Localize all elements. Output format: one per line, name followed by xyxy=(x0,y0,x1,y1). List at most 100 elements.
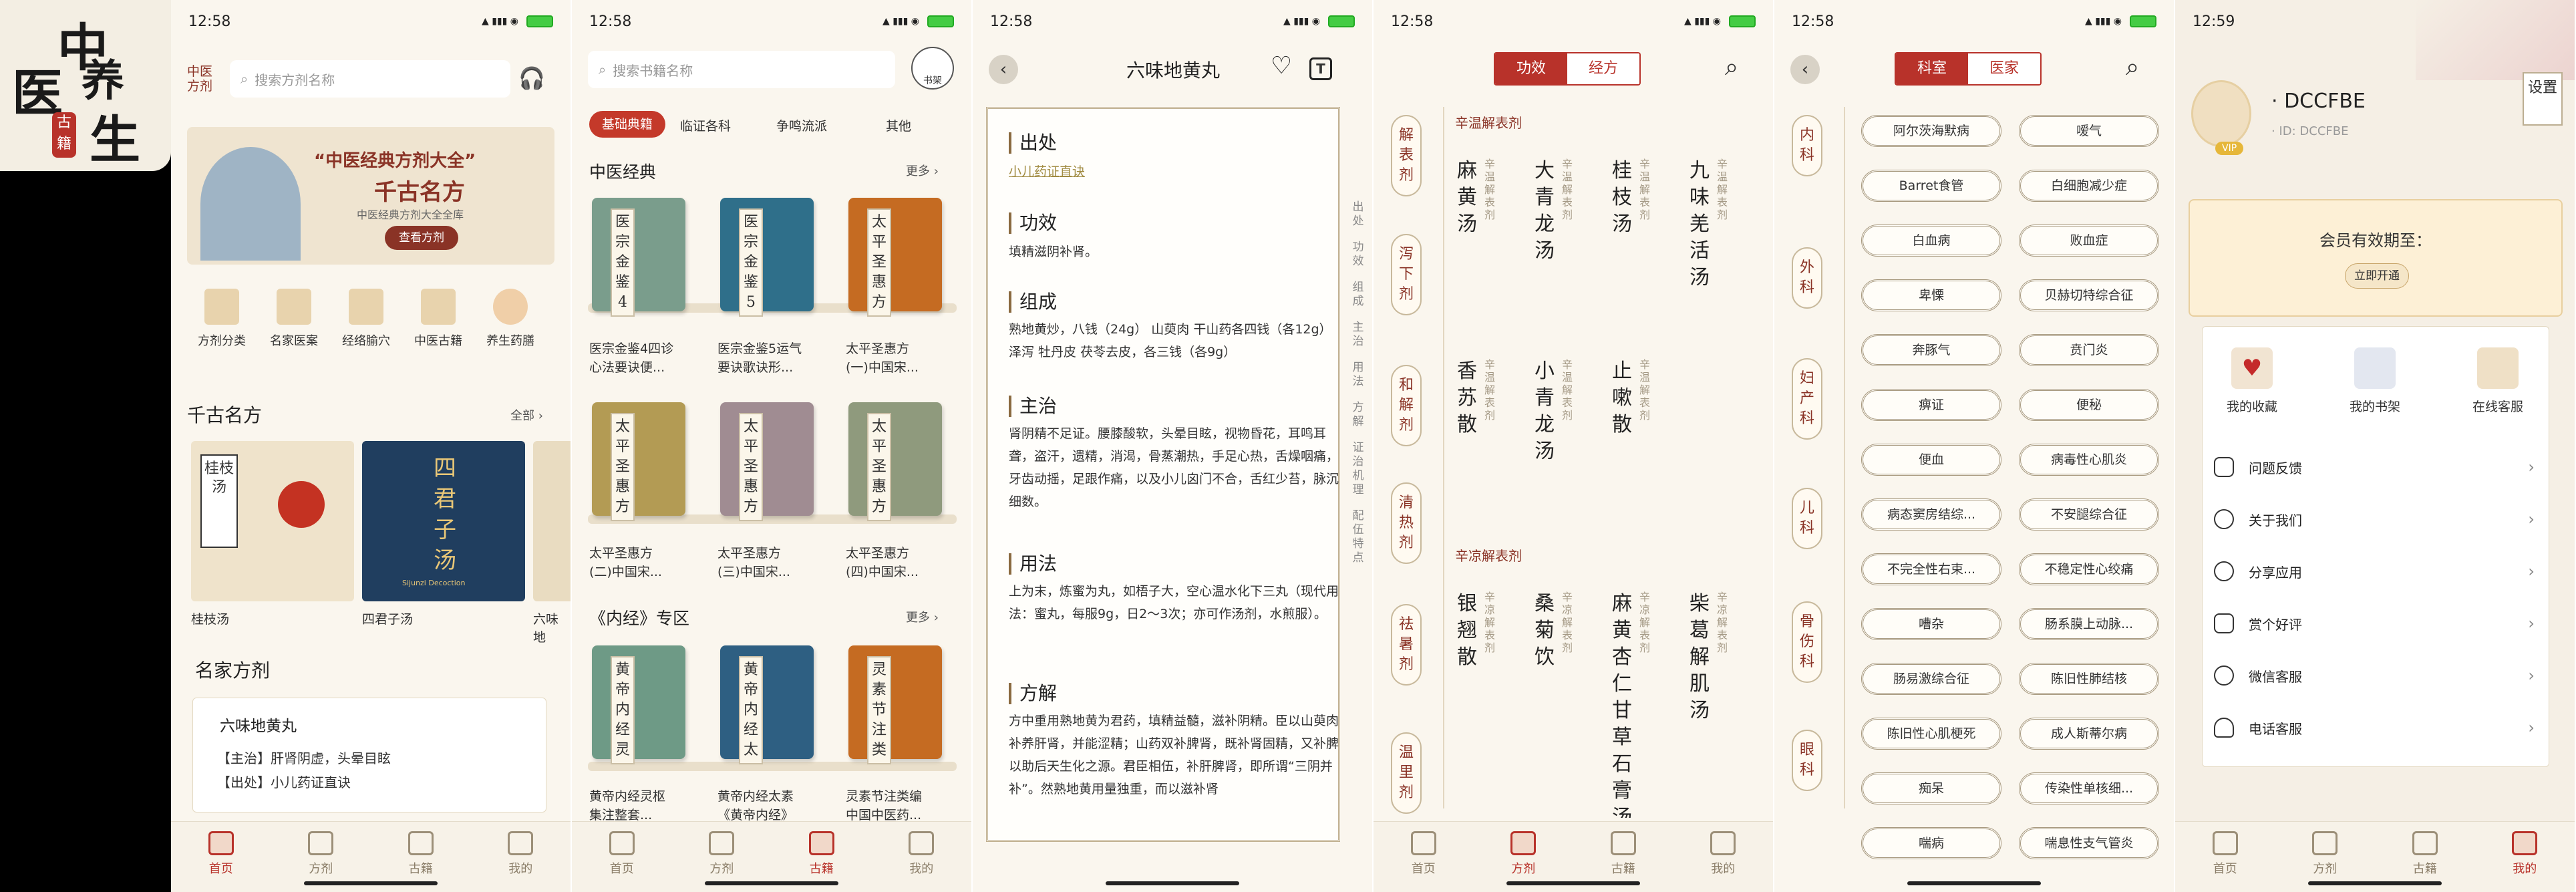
disease-item[interactable]: 贝赫切特综合征 xyxy=(2019,279,2159,311)
book-cover[interactable]: 太平圣惠方 xyxy=(848,402,942,521)
department-tab[interactable]: 骨伤科 xyxy=(1792,601,1822,683)
seg-efficacy[interactable]: 功效 xyxy=(1495,53,1567,84)
menu-feedback[interactable]: 问题反馈 › xyxy=(2214,441,2535,493)
disease-item[interactable]: Barret食管 xyxy=(1861,170,2001,202)
tab-profile[interactable]: 我的 xyxy=(484,831,557,877)
formula-name[interactable]: 麻黄汤 xyxy=(1454,158,1480,238)
disease-item[interactable]: 便血 xyxy=(1861,444,2001,476)
quick-entry[interactable]: 名家医案 xyxy=(259,289,329,349)
settings-button[interactable]: 设置 xyxy=(2523,72,2563,126)
disease-item[interactable]: 白细胞减少症 xyxy=(2019,170,2159,202)
tab-formula[interactable]: 方剂 xyxy=(2288,831,2362,877)
famous-card[interactable] xyxy=(533,441,571,601)
avatar[interactable] xyxy=(2191,80,2251,147)
formula-name[interactable]: 大青龙汤 xyxy=(1531,158,1558,265)
formula-name[interactable]: 桑菊饮 xyxy=(1531,591,1558,671)
grid-favorites[interactable]: ♥ 我的收藏 xyxy=(2215,347,2289,415)
formula-name[interactable]: 止嗽散 xyxy=(1609,358,1635,438)
activate-button[interactable]: 立即开通 xyxy=(2345,263,2409,289)
quick-entry[interactable]: 方剂分类 xyxy=(187,289,257,349)
department-tab[interactable]: 外科 xyxy=(1792,247,1822,309)
back-button[interactable]: ‹ xyxy=(1790,55,1820,84)
disease-item[interactable]: 喘病 xyxy=(1861,827,2001,859)
disease-item[interactable]: 肠系膜上动脉... xyxy=(2019,608,2159,640)
formula-name[interactable]: 银翘散 xyxy=(1454,591,1480,671)
menu-rate[interactable]: 赏个好评 › xyxy=(2214,597,2535,649)
tab-formula[interactable]: 方剂 xyxy=(284,831,357,877)
menu-phone[interactable]: 电话客服 › xyxy=(2214,702,2535,754)
department-tab[interactable]: 妇产科 xyxy=(1792,358,1822,440)
disease-item[interactable]: 贲门炎 xyxy=(2019,334,2159,366)
book-cover[interactable]: 太平圣惠方 xyxy=(848,198,942,317)
tab-home[interactable]: 首页 xyxy=(184,831,258,877)
category-tab[interactable]: 解表剂 xyxy=(1391,115,1422,196)
disease-item[interactable]: 不稳定性心绞痛 xyxy=(2019,553,2159,585)
bookshelf-button[interactable]: 书架 xyxy=(911,47,954,90)
formula-name[interactable]: 柴葛解肌汤 xyxy=(1686,591,1713,724)
tab-home[interactable]: 首页 xyxy=(2189,831,2262,877)
book-cover[interactable]: 黄帝内经灵 xyxy=(592,645,685,764)
tab-classics[interactable]: 古籍 xyxy=(1587,831,1660,877)
formula-name[interactable]: 桂枝汤 xyxy=(1609,158,1635,238)
disease-item[interactable]: 奔豚气 xyxy=(1861,334,2001,366)
formula-name[interactable]: 九味羌活汤 xyxy=(1686,158,1713,291)
tab-home[interactable]: 首页 xyxy=(1387,831,1460,877)
disease-item[interactable]: 便秘 xyxy=(2019,389,2159,421)
index-item[interactable]: 方解 xyxy=(1348,401,1368,429)
disease-item[interactable]: 喘息性支气管炎 xyxy=(2019,827,2159,859)
book-cover[interactable]: 灵素节注类 xyxy=(848,645,942,764)
seg-department[interactable]: 科室 xyxy=(1896,53,1968,84)
heart-icon[interactable]: ♡ xyxy=(1271,52,1292,80)
famous-card[interactable]: 四君子汤 Sijunzi Decoction xyxy=(362,441,525,601)
disease-item[interactable]: 成人斯蒂尔病 xyxy=(2019,718,2159,750)
chip-schools[interactable]: 争鸣流派 xyxy=(776,116,827,134)
category-tab[interactable]: 温里剂 xyxy=(1391,732,1422,814)
index-item[interactable]: 组成 xyxy=(1348,281,1368,309)
disease-item[interactable]: 阿尔茨海默病 xyxy=(1861,115,2001,147)
index-item[interactable]: 主治 xyxy=(1348,321,1368,349)
formula-name[interactable]: 麻黄杏仁甘草石膏汤 xyxy=(1609,591,1635,818)
famous-more-link[interactable]: 全部 › xyxy=(510,406,543,424)
grid-support[interactable]: 在线客服 xyxy=(2461,347,2535,415)
menu-wechat[interactable]: 微信客服 › xyxy=(2214,649,2535,702)
disease-item[interactable]: 不安腿综合征 xyxy=(2019,498,2159,531)
book-search-input[interactable]: ⌕ 搜索书籍名称 xyxy=(588,51,895,88)
tab-formula[interactable]: 方剂 xyxy=(1486,831,1560,877)
search-icon[interactable]: ⌕ xyxy=(2126,53,2139,82)
disease-item[interactable]: 病毒性心肌炎 xyxy=(2019,444,2159,476)
menu-about[interactable]: 关于我们 › xyxy=(2214,493,2535,545)
disease-item[interactable]: 陈旧性肺结核 xyxy=(2019,663,2159,695)
disease-item[interactable]: 病态窦房结综... xyxy=(1861,498,2001,531)
department-tab[interactable]: 儿科 xyxy=(1792,488,1822,549)
quick-entry[interactable]: 中医古籍 xyxy=(404,289,473,349)
book-cover[interactable]: 太平圣惠方 xyxy=(592,402,685,521)
tab-classics[interactable]: 古籍 xyxy=(384,831,458,877)
classics-more-link[interactable]: 更多 › xyxy=(906,162,939,179)
quick-entry[interactable]: 经络腧穴 xyxy=(331,289,401,349)
book-cover[interactable]: 医宗金鉴4 xyxy=(592,198,685,317)
headset-icon[interactable]: 🎧 xyxy=(518,65,545,91)
seg-physician[interactable]: 医家 xyxy=(1968,53,2040,84)
tab-profile[interactable]: 我的 xyxy=(884,831,958,877)
formula-name[interactable]: 香苏散 xyxy=(1454,358,1480,438)
menu-share[interactable]: 分享应用 › xyxy=(2214,545,2535,597)
text-size-icon[interactable]: T xyxy=(1309,57,1332,80)
seg-classic[interactable]: 经方 xyxy=(1567,53,1639,84)
chip-clinical[interactable]: 临证各科 xyxy=(680,116,731,134)
index-item[interactable]: 配伍特点 xyxy=(1348,509,1368,565)
disease-item[interactable]: 白血病 xyxy=(1861,225,2001,257)
tab-formula[interactable]: 方剂 xyxy=(685,831,758,877)
chip-others[interactable]: 其他 xyxy=(886,116,911,134)
book-cover[interactable]: 太平圣惠方 xyxy=(720,402,814,521)
grid-bookshelf[interactable]: 我的书架 xyxy=(2338,347,2412,415)
index-item[interactable]: 证治机理 xyxy=(1348,441,1368,497)
book-cover[interactable]: 黄帝内经太 xyxy=(720,645,814,764)
disease-item[interactable]: 嘈杂 xyxy=(1861,608,2001,640)
category-tab[interactable]: 清热剂 xyxy=(1391,482,1422,564)
tab-home[interactable]: 首页 xyxy=(585,831,659,877)
source-link[interactable]: 小儿药证直诀 xyxy=(1009,164,1085,179)
tab-classics[interactable]: 古籍 xyxy=(2388,831,2462,877)
category-tab[interactable]: 祛暑剂 xyxy=(1391,604,1422,686)
famous-card[interactable]: 桂枝汤 xyxy=(191,441,354,601)
category-tab[interactable]: 和解剂 xyxy=(1391,365,1422,446)
